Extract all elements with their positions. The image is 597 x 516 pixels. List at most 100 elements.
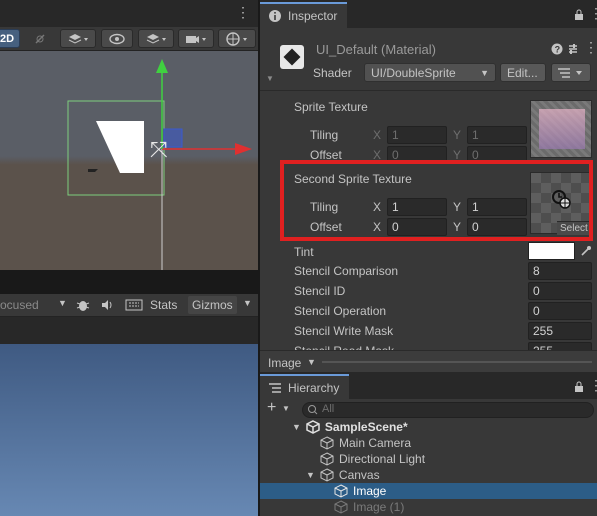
add-icon[interactable]: + — [267, 399, 276, 417]
game-toolbar: ocused ▼ Stats Gizmos ▼ — [0, 294, 258, 317]
expand-arrow-icon[interactable]: ▼ — [306, 470, 315, 480]
hierarchy-item-label: Image — [353, 484, 387, 498]
game-view-canvas[interactable] — [0, 344, 258, 516]
stencil-operation-label: Stencil Operation — [294, 304, 387, 318]
hierarchy-panel: Hierarchy ⋮ + ▼ All ▼ SampleScene* Main … — [260, 372, 597, 516]
scene-view[interactable]: ⋮ 2D ⤧ — [0, 0, 258, 270]
stats-button[interactable]: Stats — [150, 298, 177, 312]
layers-icon — [68, 33, 88, 44]
more-options-icon[interactable]: ⋮ — [589, 6, 597, 20]
tab-hierarchy[interactable]: Hierarchy — [260, 374, 350, 399]
add-dropdown-arrow-icon[interactable]: ▼ — [282, 404, 290, 413]
highlight-box — [280, 160, 593, 241]
footer-divider — [322, 361, 592, 363]
hierarchy-list-icon — [269, 382, 281, 393]
lock-icon[interactable] — [573, 381, 585, 393]
hierarchy-item-canvas[interactable]: ▼ Canvas — [306, 467, 380, 483]
hierarchy-item-label: Canvas — [338, 468, 380, 482]
scene-top-strip: ⋮ — [0, 0, 258, 27]
camera-settings-dropdown[interactable] — [178, 29, 214, 48]
tint-color-field[interactable] — [528, 242, 575, 260]
list-icon — [558, 68, 582, 78]
lighting-toggle-button[interactable] — [26, 29, 54, 48]
edit-shader-label: Edit... — [507, 66, 538, 80]
shader-options-dropdown[interactable] — [551, 63, 591, 82]
stencil-comparison-label: Stencil Comparison — [294, 264, 399, 278]
unfocused-label: ocused — [0, 298, 39, 312]
hierarchy-item-image[interactable]: Image — [334, 483, 386, 499]
audio-effects-dropdown[interactable] — [60, 29, 96, 48]
fold-arrow-icon[interactable]: ▼ — [266, 74, 274, 83]
game-view-border — [0, 317, 258, 344]
tint-label: Tint — [294, 245, 314, 259]
gizmos-button[interactable]: Gizmos — [188, 296, 237, 314]
sprite-tiling-y-label: Y — [453, 128, 462, 142]
bug-icon[interactable] — [75, 297, 91, 313]
sprite-texture-preview — [539, 109, 585, 149]
hierarchy-item-directional-light[interactable]: Directional Light — [320, 451, 425, 467]
svg-text:?: ? — [555, 45, 561, 55]
hierarchy-item-label: Main Camera — [339, 436, 412, 450]
gameobject-cube-icon — [320, 436, 334, 450]
gameobject-cube-icon — [320, 452, 334, 466]
draw-mode-dropdown[interactable] — [138, 29, 174, 48]
hierarchy-item-scene[interactable]: ▼ SampleScene* — [292, 419, 408, 435]
help-icon[interactable]: ? — [551, 43, 563, 55]
lighting-off-icon — [35, 33, 45, 44]
more-options-icon[interactable]: ⋮ — [236, 5, 250, 19]
header-divider — [260, 90, 597, 91]
sprite-tiling-x-label: X — [373, 128, 382, 142]
tab-inspector[interactable]: Inspector — [260, 2, 348, 28]
stencil-write-mask-field[interactable]: 255 — [528, 322, 592, 340]
material-title: UI_Default (Material) — [316, 42, 436, 57]
hierarchy-item-main-camera[interactable]: Main Camera — [320, 435, 411, 451]
inspector-footer: Image ▼ — [260, 350, 597, 372]
sprite-tiling-x-field[interactable]: 1 — [387, 126, 447, 144]
expand-arrow-icon[interactable]: ▼ — [292, 422, 301, 432]
svg-text:⤧: ⤧ — [150, 137, 168, 162]
scene-gizmo-drawing[interactable]: ⤧ — [0, 51, 258, 270]
hierarchy-tab-row: Hierarchy ⋮ — [260, 372, 597, 399]
stencil-id-field[interactable]: 0 — [528, 282, 592, 300]
scene-canvas[interactable]: ⤧ — [0, 51, 258, 270]
hierarchy-item-label: Directional Light — [339, 452, 426, 466]
tab-hierarchy-label: Hierarchy — [288, 380, 340, 395]
scene-name: SampleScene* — [324, 420, 408, 434]
sprite-texture-thumbnail[interactable] — [530, 100, 592, 158]
more-options-icon[interactable]: ⋮ — [589, 378, 597, 392]
gizmos-dropdown[interactable] — [218, 29, 256, 48]
stencil-operation-field[interactable]: 0 — [528, 302, 592, 320]
sprite-texture-label: Sprite Texture — [294, 100, 368, 114]
globe-icon — [226, 31, 247, 46]
shader-label: Shader — [313, 66, 352, 80]
more-options-icon[interactable]: ⋮ — [584, 40, 597, 54]
hierarchy-search-input[interactable]: All — [302, 402, 594, 418]
2d-toggle-button[interactable]: 2D — [0, 29, 20, 48]
hierarchy-selected-row[interactable] — [260, 483, 597, 499]
edit-shader-button[interactable]: Edit... — [500, 63, 546, 82]
gameobject-cube-icon — [334, 500, 348, 514]
material-icon — [280, 45, 304, 69]
scene-toolbar: 2D — [0, 27, 258, 51]
inspector-panel: Inspector ⋮ ▼ UI_Default (Material) ? ⋮ … — [260, 0, 597, 372]
stencil-comparison-field[interactable]: 8 — [528, 262, 592, 280]
audio-icon[interactable] — [99, 297, 115, 313]
gameobject-cube-icon — [320, 468, 334, 482]
keyboard-icon[interactable] — [125, 297, 143, 313]
eye-icon — [109, 33, 125, 44]
camera-icon — [186, 35, 206, 43]
footer-dropdown-arrow-icon[interactable]: ▼ — [307, 357, 316, 367]
tab-inspector-label: Inspector — [288, 9, 338, 23]
footer-component-label[interactable]: Image — [268, 356, 301, 370]
lock-icon[interactable] — [573, 9, 585, 21]
hierarchy-toolbar: + ▼ All — [260, 399, 597, 421]
dropdown-arrow-icon[interactable]: ▼ — [58, 298, 67, 308]
sprite-tiling-y-field[interactable]: 1 — [467, 126, 527, 144]
hierarchy-item-image-1[interactable]: Image (1) — [334, 499, 404, 515]
preset-icon[interactable] — [567, 43, 579, 55]
gizmos-dropdown-arrow-icon[interactable]: ▼ — [243, 298, 252, 308]
scene-visibility-button[interactable] — [101, 29, 133, 48]
info-icon — [269, 10, 281, 22]
shader-dropdown[interactable]: UI/DoubleSprite ▼ — [364, 63, 496, 82]
eyedropper-icon[interactable] — [580, 245, 592, 257]
